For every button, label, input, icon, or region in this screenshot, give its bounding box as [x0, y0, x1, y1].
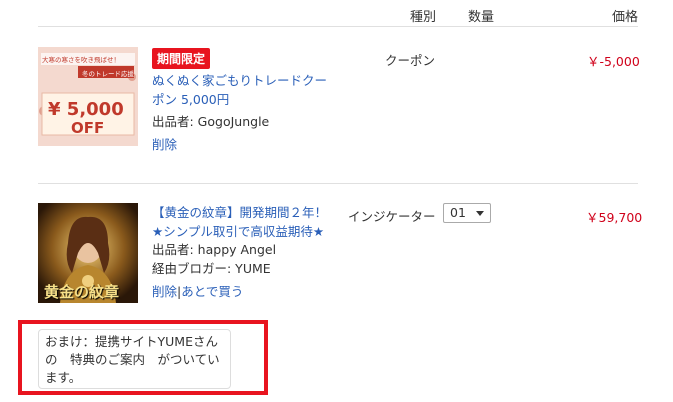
limited-time-badge: 期間限定: [152, 48, 211, 69]
product-actions: 削除|あとで買う: [152, 281, 243, 301]
product-type: インジケーター: [348, 209, 436, 224]
coupon-seller: 出品者: GogoJungle: [152, 114, 270, 129]
chevron-down-icon: [476, 211, 484, 216]
bonus-line: ます。: [45, 370, 82, 385]
coupon-title[interactable]: ぬくぬく家ごもりトレードクー ポン 5,000円: [152, 71, 332, 109]
quantity-select[interactable]: 01: [443, 203, 491, 223]
header-quantity: 数量: [468, 10, 495, 25]
bonus-line: おまけ：提携サイトYUMEさん: [45, 334, 218, 349]
bonus-line: の 特典のご案内 がついてい: [45, 352, 220, 367]
product-title-line[interactable]: 【黄金の紋章】開発期間２年！: [152, 203, 342, 222]
coupon-type: クーポン: [385, 53, 436, 68]
save-for-later-link[interactable]: あとで買う: [181, 284, 243, 299]
product-blogger: 経由ブロガー: YUME: [152, 261, 271, 276]
divider: [38, 183, 638, 184]
divider: [38, 26, 638, 27]
coupon-tag-text: 冬のトレード応援: [82, 70, 134, 78]
header-price: 価格: [612, 10, 639, 25]
header-type: 種別: [410, 10, 437, 25]
product-thumbnail[interactable]: 黄金の紋章: [38, 203, 138, 303]
delete-link[interactable]: 削除: [152, 284, 177, 299]
coupon-price: ￥-5,000: [587, 54, 640, 69]
coupon-title-line[interactable]: ポン 5,000円: [152, 90, 332, 109]
bonus-note: おまけ：提携サイトYUMEさん の 特典のご案内 がついてい ます。: [38, 329, 231, 389]
coupon-thumbnail[interactable]: 大寒の寒さを吹き飛ばせ！ 冬のトレード応援 ¥ 5,000 OFF: [38, 47, 138, 146]
product-price: ￥59,700: [586, 210, 643, 225]
coupon-title-line[interactable]: ぬくぬく家ごもりトレードクー: [152, 71, 332, 90]
coupon-off: OFF: [71, 119, 105, 137]
product-title-line[interactable]: ★シンプル取引で高収益期待★: [152, 222, 342, 241]
coupon-banner-text: 大寒の寒さを吹き飛ばせ！: [42, 56, 120, 64]
product-seller: 出品者: happy Angel: [152, 242, 277, 257]
coupon-amount: ¥ 5,000: [48, 99, 124, 120]
coupon-delete-link[interactable]: 削除: [152, 134, 177, 153]
thumbnail-caption: 黄金の紋章: [44, 283, 120, 301]
quantity-value: 01: [450, 205, 466, 220]
product-title[interactable]: 【黄金の紋章】開発期間２年！ ★シンプル取引で高収益期待★: [152, 203, 342, 241]
